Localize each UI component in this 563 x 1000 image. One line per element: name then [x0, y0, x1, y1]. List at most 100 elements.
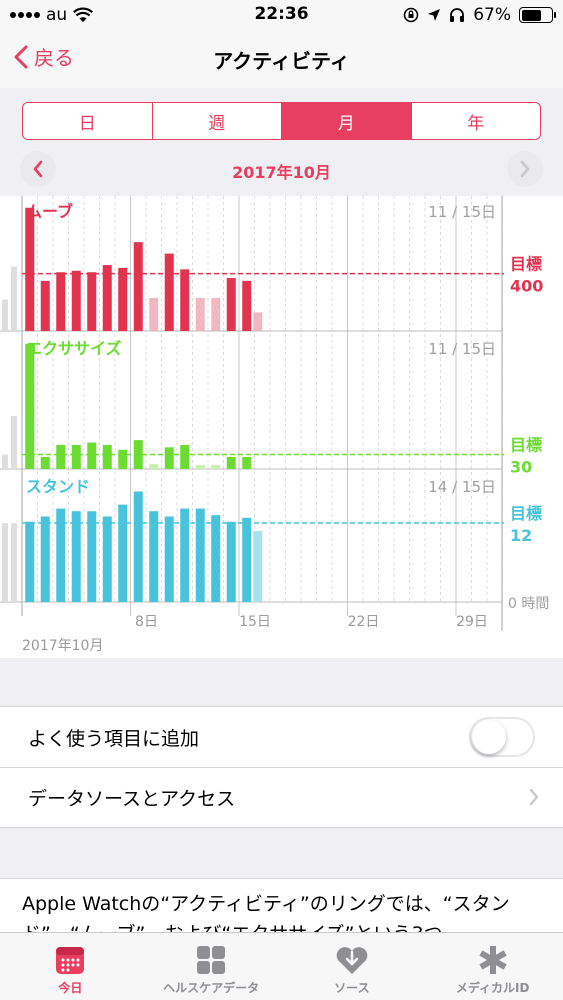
tab-health-data[interactable]: ヘルスケアデータ: [141, 933, 282, 1000]
chart-bar: [87, 272, 97, 331]
chart-bar: [211, 298, 221, 331]
data-sources-row[interactable]: データソースとアクセス: [0, 767, 563, 827]
rotation-lock-icon: [403, 7, 419, 23]
chart-bar: [118, 449, 128, 469]
goal-value: 12: [510, 526, 532, 545]
segment-day[interactable]: 日: [23, 103, 153, 139]
chart-bar: [164, 447, 174, 469]
goal-label: 目標: [510, 436, 542, 455]
tab-medical-id-label: メディカルID: [455, 981, 530, 995]
month-navigator: 2017年10月: [0, 148, 563, 192]
chart-bar: [102, 265, 112, 331]
segment-month[interactable]: 月: [282, 103, 412, 139]
x-tick-label: 22日: [348, 614, 380, 630]
goal-value: 30: [510, 458, 532, 477]
navigation-bar: 戻る アクティビティ: [0, 30, 563, 88]
chart-bar: [242, 517, 252, 602]
chart-bar: [195, 465, 205, 469]
chart-bar: [71, 270, 81, 331]
chart-bar-today: [253, 530, 263, 602]
chart-bar: [87, 511, 97, 602]
chart-bar: [149, 464, 159, 469]
chart-bar: [118, 504, 128, 602]
favorite-label: よく使う項目に追加: [28, 727, 200, 750]
page-title: アクティビティ: [213, 49, 350, 73]
goal-label: 目標: [510, 504, 542, 523]
chart-bar: [25, 343, 35, 469]
chevron-right-icon: [520, 160, 530, 178]
chart-bar: [25, 521, 35, 602]
chart-bar: [149, 298, 159, 331]
chart-bar: [102, 516, 112, 602]
chart-title: スタンド: [26, 477, 90, 496]
goal-value: 400: [510, 277, 543, 296]
chart-bar: [87, 442, 97, 469]
prev-month-bar: [11, 523, 17, 602]
period-segmented-control: 日 週 月 年: [22, 102, 541, 140]
prev-month-bar: [2, 454, 8, 469]
chart-bar: [102, 444, 112, 469]
activity-description: Apple Watchの“アクティビティ”のリングでは、“スタンド”、“ムーブ”…: [0, 878, 563, 938]
date-range-label: 11 / 15日: [428, 203, 496, 221]
today-icon: [56, 947, 85, 974]
chart-bar: [133, 242, 143, 331]
toggle-knob: [472, 720, 506, 754]
chart-bar: [226, 456, 236, 469]
chart-bar-today: [253, 312, 263, 331]
chart-title: ムーブ: [26, 202, 73, 221]
chart-bar: [40, 516, 50, 602]
x-tick-label: 8日: [135, 614, 158, 630]
prev-month-bar: [2, 523, 8, 602]
chart-bar: [180, 269, 190, 331]
chart-bar: [242, 280, 252, 331]
chart-bar: [40, 280, 50, 331]
headphones-icon: [450, 8, 465, 22]
tab-sources-label: ソース: [334, 981, 370, 995]
chart-bar: [56, 444, 66, 469]
settings-list: よく使う項目に追加 データソースとアクセス: [0, 706, 563, 828]
medical-id-icon: [479, 946, 507, 974]
health-data-icon: [197, 946, 226, 974]
chart-title: エクササイズ: [26, 339, 122, 358]
chart-bar: [211, 465, 221, 469]
tab-sources[interactable]: ソース: [282, 933, 423, 1000]
segment-year[interactable]: 年: [412, 103, 541, 139]
date-range-label: 14 / 15日: [428, 478, 496, 496]
chart-bar: [226, 277, 236, 331]
data-sources-label: データソースとアクセス: [28, 788, 236, 810]
activity-chart-svg: ムーブ 11 / 15日目標400エクササイズ 11 / 15日目標30スタンド 14…: [0, 196, 549, 654]
chart-bar: [56, 272, 66, 331]
chart-bar: [40, 456, 50, 469]
month-label: 2017年10月: [232, 163, 331, 182]
chart-bar: [195, 298, 205, 331]
sources-icon: [336, 947, 368, 974]
x-tick-label: 15日: [239, 614, 271, 630]
x-tick-label: 29日: [456, 614, 488, 630]
chart-bar: [226, 521, 236, 602]
tab-medical-id[interactable]: メディカルID: [422, 933, 563, 1000]
chart-bar: [118, 267, 128, 331]
tab-today[interactable]: 今日: [0, 933, 141, 1000]
status-bar: au 22:36 67%: [0, 0, 563, 30]
chart-bar: [211, 515, 221, 602]
chart-bar: [133, 491, 143, 602]
chart-bar: [164, 516, 174, 602]
chart-bar: [242, 456, 252, 469]
favorite-row[interactable]: よく使う項目に追加: [0, 707, 563, 767]
chart-bar: [25, 207, 35, 331]
location-icon: [428, 9, 441, 21]
next-month-button[interactable]: [507, 151, 543, 187]
date-range-label: 11 / 15日: [428, 340, 496, 358]
chart-bar: [71, 444, 81, 469]
battery-icon: [519, 7, 556, 23]
goal-label: 目標: [510, 255, 542, 274]
tab-bar: 今日 ヘルスケアデータ ソース メディカルID: [0, 932, 563, 1000]
chart-bar: [180, 444, 190, 469]
zero-hours-label: 0 時間: [508, 596, 549, 612]
prev-month-bar: [2, 299, 8, 331]
segment-week[interactable]: 週: [153, 103, 282, 139]
chart-bar: [71, 511, 81, 602]
favorite-toggle[interactable]: [469, 717, 535, 757]
chart-bar: [149, 511, 159, 602]
status-icons: 67%: [403, 5, 556, 25]
